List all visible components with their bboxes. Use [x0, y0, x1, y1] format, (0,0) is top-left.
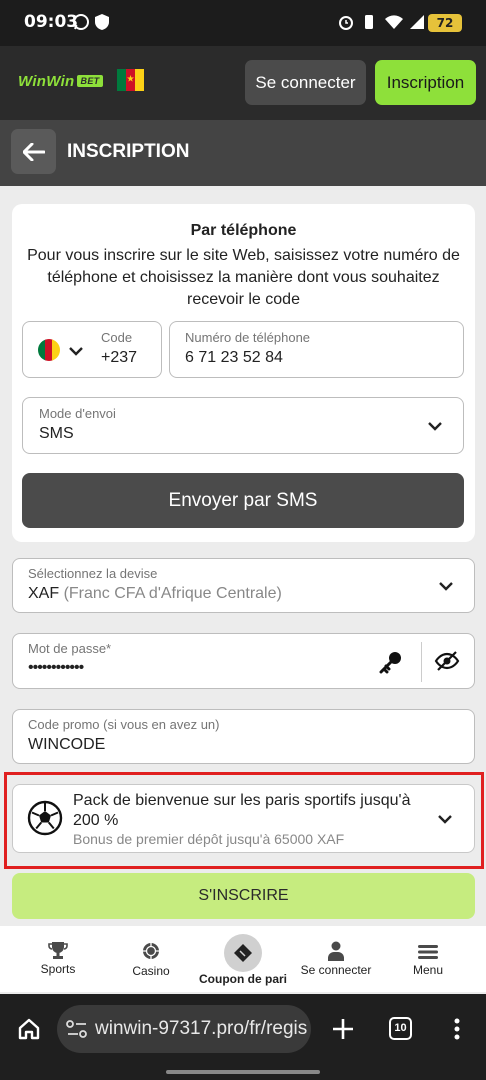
phone-registration-card: Par téléphone Pour vous inscrire sur le … — [12, 204, 475, 542]
bet-slip-badge — [224, 934, 262, 972]
tab-login[interactable]: Se connecter — [295, 926, 377, 992]
highlight-frame — [4, 772, 484, 869]
submit-register-button[interactable]: S'INSCRIRE — [12, 873, 475, 919]
promo-label: Code promo (si vous en avez un) — [28, 717, 220, 732]
page-header: INSCRIPTION — [0, 120, 486, 186]
status-time: 09:03 — [24, 12, 79, 32]
currency-label: Sélectionnez la devise — [28, 566, 158, 581]
plus-icon[interactable] — [332, 1018, 354, 1040]
flag-stripe-green — [117, 69, 126, 91]
currency-name: (Franc CFA d'Afrique Centrale) — [63, 585, 282, 602]
logo-text: WinWin — [18, 73, 75, 90]
country-flag — [117, 69, 144, 91]
phone-value: 6 71 23 52 84 — [185, 349, 283, 366]
browser-toolbar: winwin-97317.pro/fr/regis 10 — [0, 994, 486, 1080]
bottom-tab-bar: Sports Casino Coupon de pari Se connecte… — [0, 926, 486, 992]
send-mode-value: SMS — [39, 425, 74, 442]
flag-stripe-red — [126, 69, 135, 91]
battery-indicator: 72 — [428, 14, 462, 32]
chip-icon — [143, 943, 159, 959]
user-icon — [328, 941, 344, 961]
chevron-down-icon — [439, 582, 453, 591]
url-text: winwin-97317.pro/fr/regis — [95, 1018, 307, 1039]
tabs-count-button[interactable]: 10 — [389, 1017, 412, 1040]
top-nav: WinWin BET Se connecter Inscription — [0, 46, 486, 120]
tab-bet-slip[interactable]: Coupon de pari — [197, 926, 289, 992]
status-bar: 09:03 72 — [0, 0, 486, 46]
back-button[interactable] — [11, 129, 56, 174]
password-input[interactable]: Mot de passe* •••••••••••• — [12, 633, 475, 689]
menu-icon — [418, 945, 438, 959]
phone-label: Numéro de téléphone — [185, 330, 311, 345]
flag-icon — [38, 339, 60, 361]
site-settings-icon[interactable] — [66, 1020, 88, 1038]
divider — [421, 642, 422, 682]
promo-value: WINCODE — [28, 736, 106, 753]
code-label: Code — [101, 330, 133, 345]
phone-number-input[interactable]: Numéro de téléphone 6 71 23 52 84 — [169, 321, 464, 378]
logo-badge: BET — [76, 75, 104, 87]
shield-icon — [95, 14, 109, 30]
tab-label: Coupon de pari — [199, 972, 287, 986]
more-vert-icon[interactable] — [454, 1018, 460, 1040]
address-bar[interactable]: winwin-97317.pro/fr/regis — [57, 1005, 311, 1053]
gesture-indicator — [166, 1070, 320, 1074]
code-value: +237 — [101, 349, 138, 366]
alarm-icon — [339, 16, 353, 30]
key-icon[interactable] — [378, 649, 404, 675]
eye-off-icon[interactable] — [434, 650, 460, 672]
send-mode-label: Mode d'envoi — [39, 406, 116, 421]
send-sms-button[interactable]: Envoyer par SMS — [22, 473, 464, 528]
tab-sports[interactable]: Sports — [17, 926, 99, 992]
page-title: INSCRIPTION — [67, 141, 190, 162]
card-description: Pour vous inscrire sur le site Web, sais… — [27, 247, 460, 308]
promo-code-input[interactable]: Code promo (si vous en avez un) WINCODE — [12, 709, 475, 764]
tab-menu[interactable]: Menu — [387, 926, 469, 992]
card-title: Par téléphone — [190, 222, 297, 239]
country-code-select[interactable]: Code +237 — [22, 321, 162, 378]
whatsapp-icon — [73, 14, 89, 30]
password-label: Mot de passe* — [28, 641, 112, 656]
signal-icon — [410, 15, 424, 29]
currency-code: XAF — [28, 585, 60, 602]
password-value: •••••••••••• — [28, 659, 84, 676]
login-button[interactable]: Se connecter — [245, 60, 366, 105]
tab-label: Se connecter — [300, 963, 372, 977]
arrow-left-icon — [22, 142, 45, 161]
home-icon[interactable] — [17, 1017, 41, 1041]
star-icon — [127, 75, 134, 82]
flag-stripe-yellow — [135, 69, 144, 91]
currency-select[interactable]: Sélectionnez la devise XAF (Franc CFA d'… — [12, 558, 475, 613]
tab-label: Casino — [132, 964, 170, 978]
tab-label: Sports — [40, 962, 76, 976]
trophy-icon — [48, 942, 68, 959]
ticket-icon — [234, 944, 252, 962]
site-logo[interactable]: WinWin BET — [18, 73, 104, 90]
register-button[interactable]: Inscription — [375, 60, 476, 105]
tab-casino[interactable]: Casino — [110, 926, 192, 992]
send-mode-select[interactable]: Mode d'envoi SMS — [22, 397, 464, 454]
wifi-icon — [385, 15, 403, 29]
chevron-down-icon — [69, 347, 83, 356]
vibrate-icon — [365, 15, 373, 29]
currency-value: XAF (Franc CFA d'Afrique Centrale) — [28, 585, 282, 603]
chevron-down-icon — [428, 422, 442, 431]
tab-label: Menu — [412, 963, 444, 977]
